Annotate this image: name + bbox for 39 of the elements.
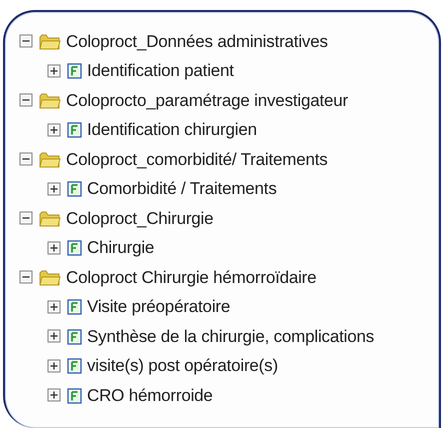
expand-icon[interactable] — [47, 329, 62, 344]
form-label[interactable]: Comorbidité / Traitements — [87, 179, 277, 200]
form-icon — [67, 358, 82, 374]
form-icon — [67, 63, 82, 80]
form-icon — [67, 388, 82, 404]
folder-icon — [39, 150, 61, 169]
expand-icon[interactable] — [47, 122, 62, 138]
form-label[interactable]: visite(s) post opératoire(s) — [87, 356, 278, 376]
folder-icon — [39, 32, 61, 51]
folder-label[interactable]: Coloproct_Chirurgie — [66, 208, 214, 229]
form-icon — [67, 181, 82, 198]
expand-icon[interactable] — [47, 64, 62, 79]
collapse-icon[interactable] — [19, 270, 34, 286]
collapse-icon[interactable] — [19, 93, 34, 108]
expand-icon[interactable] — [47, 300, 62, 315]
form-label[interactable]: Visite préopératoire — [87, 297, 230, 318]
folder-icon — [39, 92, 61, 110]
expand-icon[interactable] — [47, 240, 62, 256]
form-icon — [67, 240, 82, 256]
form-label[interactable]: Identification chirurgien — [87, 120, 257, 140]
folder-icon — [39, 210, 61, 228]
folder-label[interactable]: Coloproct Chirurgie hémorroïdaire — [66, 268, 316, 288]
expand-icon[interactable] — [47, 388, 62, 404]
collapse-icon[interactable] — [19, 152, 34, 168]
folder-icon — [39, 268, 61, 287]
form-label[interactable]: Chirurgie — [87, 238, 154, 258]
form-icon — [67, 122, 82, 138]
form-label[interactable]: Synthèse de la chirurgie, complications — [87, 326, 374, 347]
form-icon — [67, 299, 82, 316]
expand-icon[interactable] — [47, 182, 62, 197]
folder-label[interactable]: Coloprocto_paramétrage investigateur — [66, 90, 348, 111]
expand-icon[interactable] — [47, 358, 62, 374]
folder-label[interactable]: Coloproct_comorbidité/ Traitements — [66, 150, 328, 170]
folder-label[interactable]: Coloproct_Données administratives — [66, 32, 328, 52]
form-label[interactable]: Identification patient — [87, 61, 234, 82]
collapse-icon[interactable] — [19, 211, 34, 226]
form-label[interactable]: CRO hémorroide — [87, 386, 213, 406]
collapse-icon[interactable] — [19, 34, 34, 50]
form-icon — [67, 328, 82, 345]
